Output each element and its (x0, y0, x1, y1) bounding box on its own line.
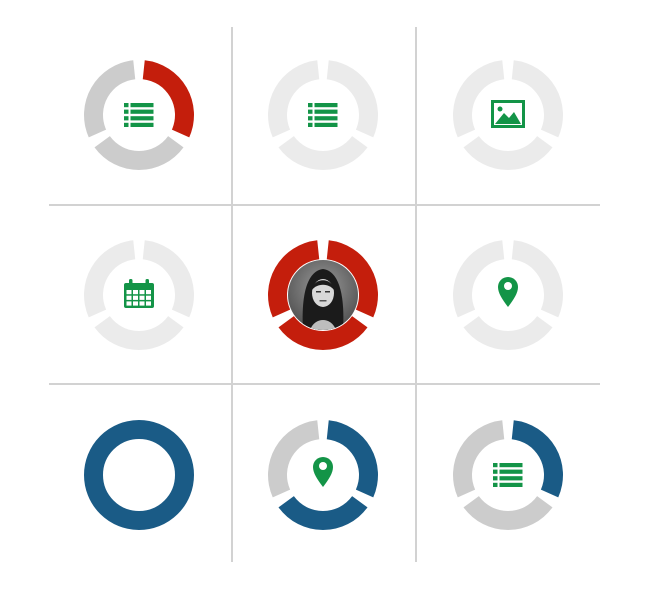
calendar-icon (124, 279, 154, 308)
grid-divider-vertical (231, 27, 233, 562)
ring-widget-list-red[interactable] (79, 55, 199, 175)
ring-segment (511, 240, 563, 318)
ring-widget-list-empty[interactable] (263, 55, 383, 175)
image-icon (491, 100, 525, 128)
grid-divider-horizontal (49, 204, 600, 206)
ring-segment (463, 136, 553, 170)
ring-widget-location-blue[interactable] (263, 415, 383, 535)
ring-segment (453, 240, 505, 318)
ring-segment (278, 496, 368, 530)
ring-segment (326, 420, 378, 498)
list-icon (493, 463, 523, 487)
grid-divider-horizontal (49, 383, 600, 385)
grid-divider-vertical (415, 27, 417, 562)
ring-widget-full-blue[interactable] (79, 415, 199, 535)
ring-widget-list-blue[interactable] (448, 415, 568, 535)
ring-widget-avatar[interactable] (263, 235, 383, 355)
ring-segment (463, 496, 553, 530)
map-pin-icon (313, 457, 333, 487)
ring-widget-calendar[interactable] (79, 235, 199, 355)
ring-segment (278, 136, 368, 170)
ring-segment (268, 420, 320, 498)
ring-widget-image[interactable] (448, 55, 568, 175)
ring-widget-location-empty[interactable] (448, 235, 568, 355)
ring-segment (94, 136, 184, 170)
ring-segment (84, 420, 194, 530)
ring-segment (94, 316, 184, 350)
list-icon (308, 103, 338, 127)
map-pin-icon (498, 277, 518, 307)
list-icon (124, 103, 154, 127)
ring-segment (463, 316, 553, 350)
widget-grid (0, 0, 650, 590)
